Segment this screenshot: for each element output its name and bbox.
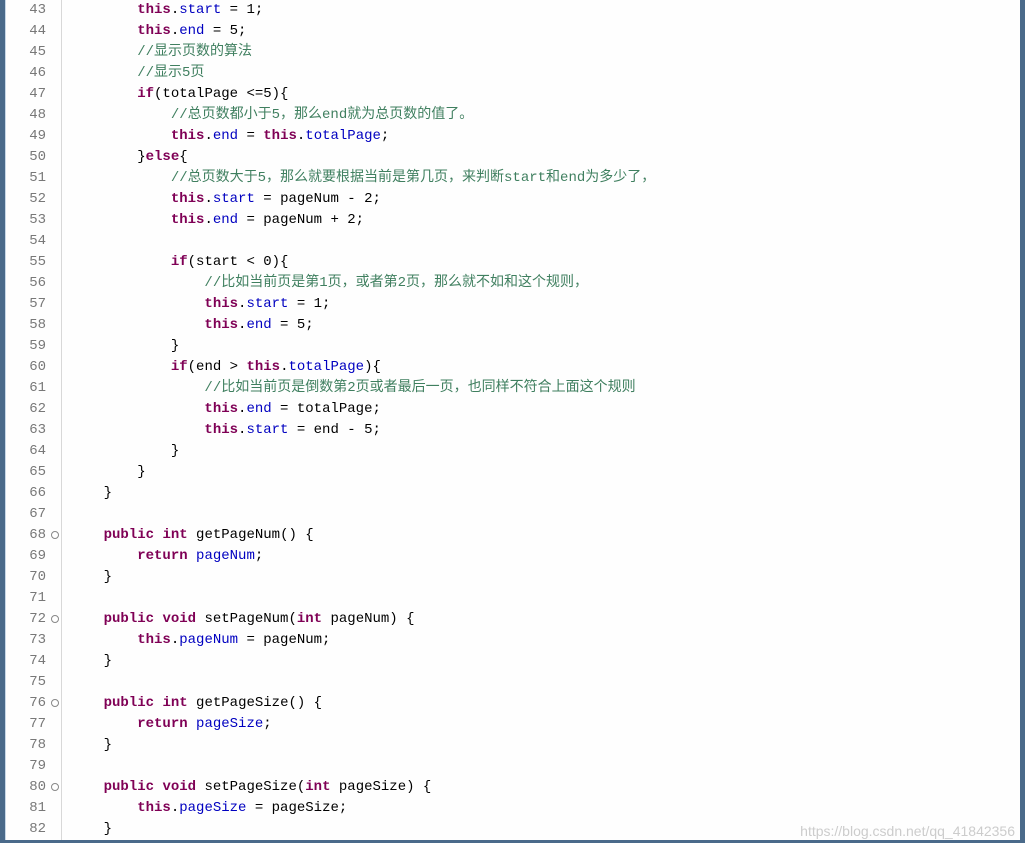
fold-marker-column (48, 0, 62, 840)
code-line: public void setPageSize(int pageSize) { (70, 777, 1020, 798)
line-number: 63 (6, 420, 46, 441)
line-number: 65 (6, 462, 46, 483)
code-line (70, 672, 1020, 693)
fold-marker-icon[interactable] (51, 699, 59, 707)
code-line: } (70, 483, 1020, 504)
code-line: this.pageNum = pageNum; (70, 630, 1020, 651)
line-number: 58 (6, 315, 46, 336)
line-number: 47 (6, 84, 46, 105)
code-line: //总页数都小于5，那么end就为总页数的值了。 (70, 105, 1020, 126)
line-number: 71 (6, 588, 46, 609)
line-number: 74 (6, 651, 46, 672)
line-number: 48 (6, 105, 46, 126)
code-line: //比如当前页是倒数第2页或者最后一页，也同样不符合上面这个规则 (70, 378, 1020, 399)
code-line: public int getPageNum() { (70, 525, 1020, 546)
line-number: 72 (6, 609, 46, 630)
line-number: 80 (6, 777, 46, 798)
line-number: 45 (6, 42, 46, 63)
code-line: this.end = 5; (70, 315, 1020, 336)
code-editor: 4344454647484950515253545556575859606162… (5, 0, 1020, 840)
line-number: 57 (6, 294, 46, 315)
code-line: return pageNum; (70, 546, 1020, 567)
code-line: public int getPageSize() { (70, 693, 1020, 714)
code-line: this.pageSize = pageSize; (70, 798, 1020, 819)
line-number: 66 (6, 483, 46, 504)
code-line: } (70, 441, 1020, 462)
code-line: return pageSize; (70, 714, 1020, 735)
code-line: this.end = totalPage; (70, 399, 1020, 420)
code-line: } (70, 819, 1020, 840)
line-number: 67 (6, 504, 46, 525)
line-number: 53 (6, 210, 46, 231)
line-number: 44 (6, 21, 46, 42)
line-number: 68 (6, 525, 46, 546)
line-number: 61 (6, 378, 46, 399)
code-line: public void setPageNum(int pageNum) { (70, 609, 1020, 630)
line-number: 54 (6, 231, 46, 252)
code-line: this.start = 1; (70, 0, 1020, 21)
fold-marker-icon[interactable] (51, 531, 59, 539)
line-number: 78 (6, 735, 46, 756)
code-line: } (70, 735, 1020, 756)
code-line: //比如当前页是第1页，或者第2页，那么就不如和这个规则， (70, 273, 1020, 294)
line-number: 60 (6, 357, 46, 378)
code-line (70, 504, 1020, 525)
line-number: 51 (6, 168, 46, 189)
code-line: }else{ (70, 147, 1020, 168)
code-area[interactable]: this.start = 1; this.end = 5; //显示页数的算法 … (62, 0, 1020, 840)
line-number: 52 (6, 189, 46, 210)
line-number: 81 (6, 798, 46, 819)
line-number: 56 (6, 273, 46, 294)
line-number: 73 (6, 630, 46, 651)
code-line: } (70, 336, 1020, 357)
fold-marker-icon[interactable] (51, 783, 59, 791)
code-line: } (70, 462, 1020, 483)
line-number: 76 (6, 693, 46, 714)
code-line: if(start < 0){ (70, 252, 1020, 273)
code-line: if(end > this.totalPage){ (70, 357, 1020, 378)
code-line: //显示页数的算法 (70, 42, 1020, 63)
line-number: 82 (6, 819, 46, 840)
code-line: } (70, 567, 1020, 588)
code-line: this.start = end - 5; (70, 420, 1020, 441)
line-number: 49 (6, 126, 46, 147)
line-number: 55 (6, 252, 46, 273)
code-line: if(totalPage <=5){ (70, 84, 1020, 105)
code-line (70, 231, 1020, 252)
line-number: 77 (6, 714, 46, 735)
code-line: this.start = 1; (70, 294, 1020, 315)
line-number: 79 (6, 756, 46, 777)
code-line: this.start = pageNum - 2; (70, 189, 1020, 210)
line-number: 70 (6, 567, 46, 588)
code-line: } (70, 651, 1020, 672)
line-number: 75 (6, 672, 46, 693)
code-line: //总页数大于5，那么就要根据当前是第几页，来判断start和end为多少了， (70, 168, 1020, 189)
code-line (70, 588, 1020, 609)
code-line: this.end = pageNum + 2; (70, 210, 1020, 231)
line-number: 50 (6, 147, 46, 168)
line-number: 69 (6, 546, 46, 567)
code-line: this.end = this.totalPage; (70, 126, 1020, 147)
line-number: 46 (6, 63, 46, 84)
line-number: 62 (6, 399, 46, 420)
line-number: 59 (6, 336, 46, 357)
line-number: 43 (6, 0, 46, 21)
code-line (70, 756, 1020, 777)
line-number: 64 (6, 441, 46, 462)
fold-marker-icon[interactable] (51, 615, 59, 623)
code-line: //显示5页 (70, 63, 1020, 84)
code-line: this.end = 5; (70, 21, 1020, 42)
line-number-gutter: 4344454647484950515253545556575859606162… (6, 0, 48, 840)
